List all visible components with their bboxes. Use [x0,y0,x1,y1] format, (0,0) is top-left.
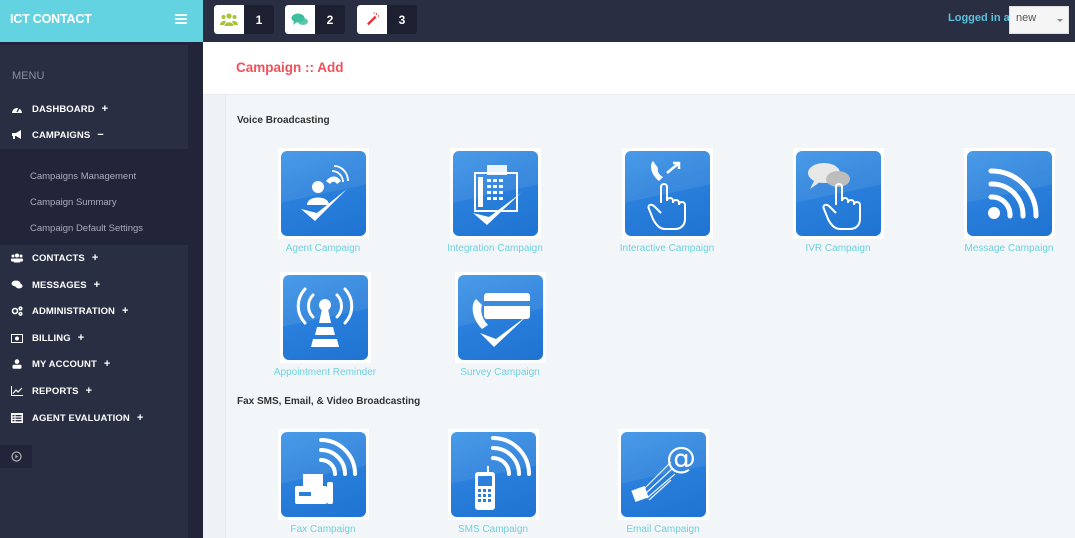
agent-campaign-icon [280,151,366,236]
svg-text:@: @ [666,441,696,476]
tile-fax-campaign[interactable]: Fax Campaign [253,429,393,535]
submenu-campaign-default-settings[interactable]: Campaign Default Settings [30,223,143,234]
page-title: Campaign :: Add [236,60,344,75]
sidebar-item-label: REPORTS [32,385,79,397]
sidebar-item-label: AGENT EVALUATION [32,412,130,424]
sidebar-item-dashboard[interactable]: DASHBOARD + [0,97,188,121]
users-icon [11,252,23,264]
user-select[interactable]: new [1009,6,1069,34]
tile-appointment-reminder[interactable]: Appointment Reminder [255,272,395,378]
tile-label: Fax Campaign [290,524,356,535]
campaign-type-panel: Voice Broadcasting Agent Campaign Integr… [226,95,1075,538]
section-title-voice: Voice Broadcasting [237,115,330,126]
tile-integration-campaign[interactable]: Integration Campaign [425,148,565,254]
chat-icon [285,5,315,34]
tile-interactive-campaign[interactable]: Interactive Campaign [597,148,737,254]
expand-icon: + [85,385,93,397]
app-title[interactable]: ICT CONTACT [10,12,92,26]
sms-campaign-icon [450,432,536,517]
tile-label: Email Campaign [626,524,700,535]
appointment-reminder-icon [282,275,368,360]
expand-icon: + [122,305,129,317]
interactive-campaign-icon [624,151,710,236]
integration-campaign-icon [452,151,538,236]
expand-icon: + [93,279,101,291]
sidebar-menu: MENU DASHBOARD + CAMPAIGNS − Campaigns M… [0,45,188,538]
tile-message-campaign[interactable]: Message Campaign [939,148,1075,254]
tile-sms-campaign[interactable]: SMS Campaign [423,429,563,535]
dashboard-icon [11,103,23,115]
sidebar-item-messages[interactable]: MESSAGES + [0,273,188,297]
tile-label: Appointment Reminder [273,367,377,378]
notification-count: 3 [387,5,417,34]
sidebar: MENU DASHBOARD + CAMPAIGNS − Campaigns M… [0,42,203,538]
tile-label: Agent Campaign [285,243,361,254]
expand-icon: + [103,358,111,370]
notification-count: 1 [244,5,274,34]
sidebar-item-administration[interactable]: ADMINISTRATION + [0,299,188,323]
tile-label: SMS Campaign [457,524,529,535]
sidebar-item-contacts[interactable]: CONTACTS + [0,246,188,270]
tile-ivr-campaign[interactable]: IVR Campaign [768,148,908,254]
tile-label: IVR Campaign [805,243,871,254]
expand-icon: + [101,103,109,115]
sidebar-item-my-account[interactable]: MY ACCOUNT + [0,352,188,376]
submenu-campaigns-management[interactable]: Campaigns Management [30,171,136,182]
sidebar-item-agent-evaluation[interactable]: AGENT EVALUATION + [0,406,188,430]
expand-icon: + [77,332,85,344]
notification-tasks[interactable]: 3 [357,5,417,34]
cogs-icon [11,305,23,317]
email-campaign-icon: @ [620,432,706,517]
menu-label: MENU [12,70,45,82]
section-title-fax-sms-email: Fax SMS, Email, & Video Broadcasting [237,396,421,407]
sidebar-item-label: MESSAGES [32,279,87,291]
fax-campaign-icon [280,432,366,517]
tile-survey-campaign[interactable]: Survey Campaign [430,272,570,378]
sidebar-item-campaigns[interactable]: CAMPAIGNS − [0,123,188,147]
tile-label: Survey Campaign [460,367,540,378]
sidebar-item-label: MY ACCOUNT [32,358,97,370]
sidebar-item-label: CONTACTS [32,252,85,264]
chevron-down-icon [1057,19,1063,22]
top-navbar: ICT CONTACT 1 2 3 Logged in as : new [0,0,1075,42]
survey-campaign-icon [457,275,543,360]
sidebar-item-reports[interactable]: REPORTS + [0,379,188,403]
comments-icon [11,279,23,291]
user-select-value: new [1016,12,1037,24]
sidebar-collapse-button[interactable] [0,445,32,468]
tile-label: Interactive Campaign [619,243,715,254]
circle-play-icon [10,451,22,462]
content-gutter [203,95,226,538]
money-icon [11,332,23,344]
menu-toggle-icon[interactable] [175,14,187,26]
sidebar-item-label: ADMINISTRATION [32,305,116,317]
sidebar-item-label: DASHBOARD [32,103,95,115]
notification-users[interactable]: 1 [214,5,274,34]
submenu-campaign-summary[interactable]: Campaign Summary [30,197,117,208]
brand-area: ICT CONTACT [0,0,203,42]
message-campaign-icon [966,151,1052,236]
campaigns-submenu: Campaigns Management Campaign Summary Ca… [0,149,188,245]
sidebar-item-label: CAMPAIGNS [32,129,91,141]
notification-messages[interactable]: 2 [285,5,345,34]
expand-icon: + [136,412,144,424]
content-header: Campaign :: Add [203,42,1075,95]
list-alt-icon [11,412,23,424]
sidebar-item-billing[interactable]: BILLING + [0,326,188,350]
user-icon [11,358,23,370]
sidebar-item-label: BILLING [32,332,71,344]
collapse-icon: − [97,129,104,141]
tile-label: Integration Campaign [447,243,543,254]
ivr-campaign-icon [795,151,881,236]
tile-agent-campaign[interactable]: Agent Campaign [253,148,393,254]
bullhorn-icon [11,129,23,141]
users-icon [214,5,244,34]
expand-icon: + [91,252,99,264]
tile-email-campaign[interactable]: @ Email Campaign [593,429,733,535]
magic-wand-icon [357,5,387,34]
notification-count: 2 [315,5,345,34]
tile-label: Message Campaign [964,243,1054,254]
line-chart-icon [11,385,23,397]
